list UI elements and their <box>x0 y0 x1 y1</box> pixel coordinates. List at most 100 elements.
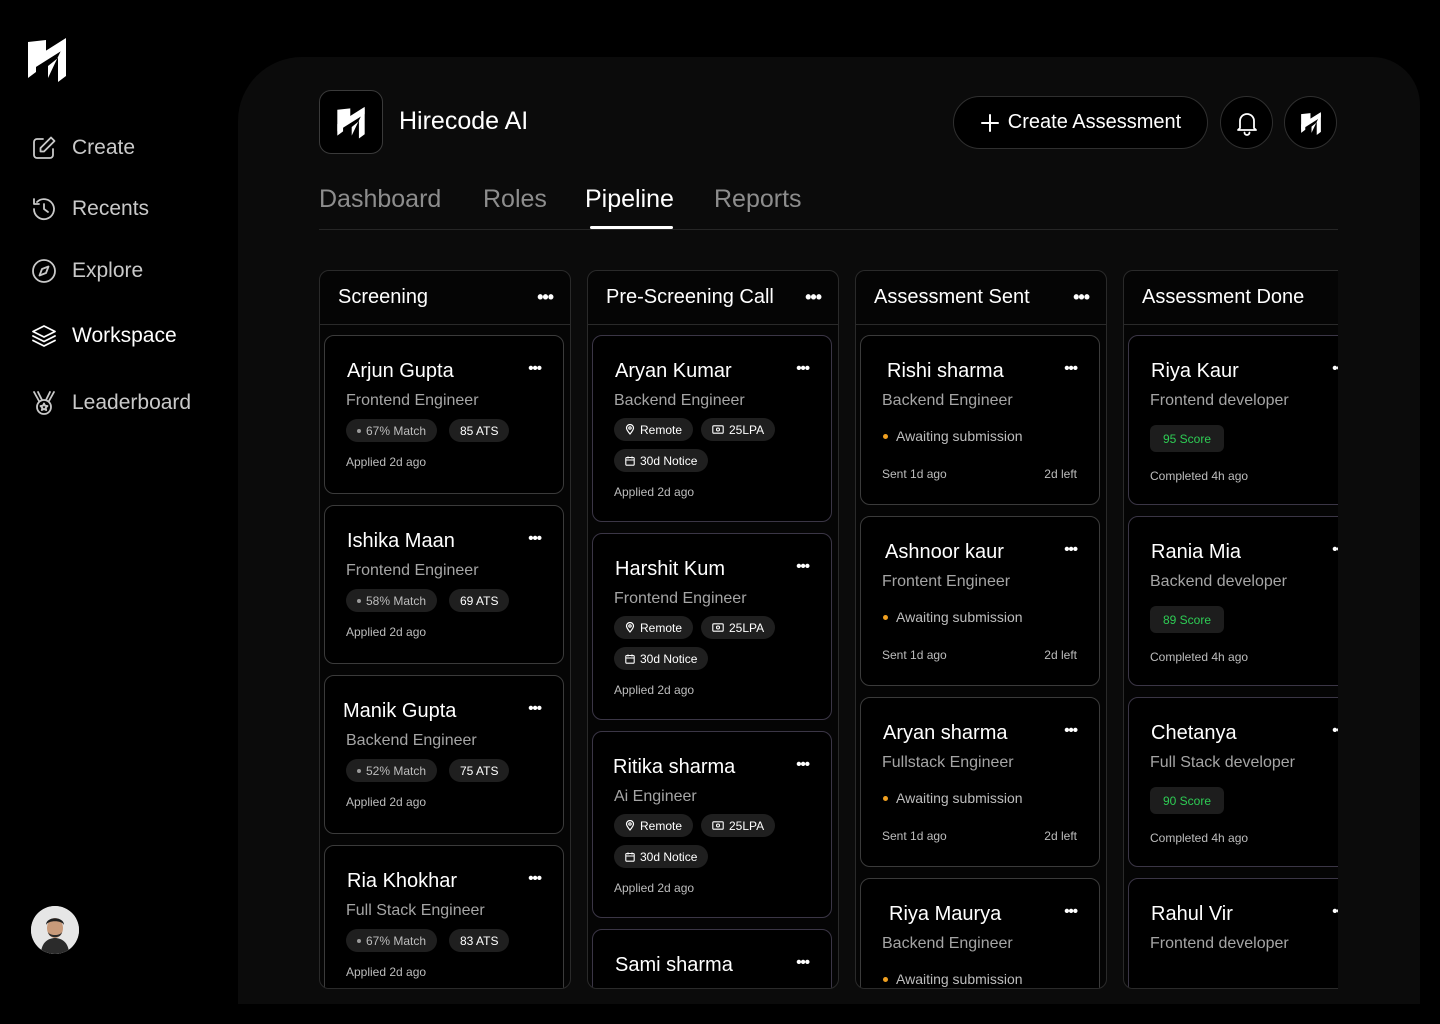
applied-time: Applied 2d ago <box>346 455 427 469</box>
candidate-card[interactable]: Rahul Vir Frontend developer ••• <box>1128 878 1338 988</box>
sidebar-item-recents[interactable]: Recents <box>30 195 149 223</box>
candidate-card[interactable]: Arjun Gupta Frontend Engineer ••• 67% Ma… <box>324 335 564 494</box>
completed-time: Completed 4h ago <box>1150 650 1249 664</box>
sidebar-item-label: Create <box>72 136 136 159</box>
sidebar-item-label: Workspace <box>72 324 177 347</box>
candidate-name: Rahul Vir <box>1151 903 1233 925</box>
candidate-role: Frontend developer <box>1150 935 1289 952</box>
candidate-card[interactable]: Riya Maurya Backend Engineer ••• Awaitin… <box>860 878 1100 988</box>
candidate-name: Aryan Kumar <box>615 360 732 382</box>
ats-badge: 75 ATS <box>449 759 510 782</box>
more-icon[interactable]: ••• <box>528 530 542 547</box>
bell-icon <box>1236 112 1257 136</box>
cash-icon <box>712 821 724 830</box>
location-badge: Remote <box>614 814 694 837</box>
notifications-button[interactable] <box>1220 96 1273 149</box>
more-icon[interactable]: ••• <box>796 360 810 377</box>
column-title: Assessment Sent <box>874 286 1030 308</box>
candidate-card[interactable]: Ria Khokhar Full Stack Engineer ••• 67% … <box>324 845 564 988</box>
candidate-role: Full Stack Engineer <box>346 902 485 919</box>
score-badge: 90 Score <box>1150 787 1225 814</box>
pin-icon <box>625 622 635 633</box>
applied-time: Applied 2d ago <box>346 795 427 809</box>
sidebar-item-create[interactable]: Create <box>30 134 135 162</box>
candidate-card[interactable]: Riya Kaur Frontend developer ••• 95 Scor… <box>1128 335 1338 505</box>
candidate-card[interactable]: Ishika Maan Frontend Engineer ••• 58% Ma… <box>324 505 564 664</box>
more-icon[interactable]: ••• <box>1064 722 1078 739</box>
candidate-role: Fullstack Engineer <box>882 754 1014 771</box>
more-icon[interactable]: ••• <box>1332 360 1338 377</box>
brand-name: Hirecode AI <box>399 107 529 135</box>
candidate-name: Arjun Gupta <box>347 360 454 382</box>
sidebar-item-leaderboard[interactable]: Leaderboard <box>30 389 191 417</box>
candidate-card[interactable]: Aryan Kumar Backend Engineer ••• Remote … <box>592 335 832 522</box>
create-assessment-button[interactable]: Create Assessment <box>953 96 1208 149</box>
candidate-card[interactable]: Ritika sharma Ai Engineer ••• Remote 25L… <box>592 731 832 918</box>
candidate-name: Sami sharma <box>615 954 733 976</box>
candidate-name: Riya Kaur <box>1151 360 1239 382</box>
applied-time: Applied 2d ago <box>614 485 695 499</box>
more-icon[interactable]: ••• <box>796 756 810 773</box>
hirecode-logo-icon[interactable] <box>26 34 68 84</box>
more-icon[interactable]: ••• <box>1332 541 1338 558</box>
candidate-role: Frontent Engineer <box>882 573 1011 590</box>
column-header: Screening ••• <box>320 271 570 325</box>
time-left: 2d left <box>1044 648 1077 662</box>
completed-time: Completed 4h ago <box>1150 469 1249 483</box>
more-icon[interactable]: ••• <box>1064 541 1078 558</box>
medal-icon <box>33 391 55 415</box>
candidate-card[interactable]: Rania Mia Backend developer ••• 89 Score… <box>1128 516 1338 686</box>
more-icon[interactable]: ••• <box>1073 287 1090 308</box>
status-badge: Awaiting submission <box>883 609 1023 625</box>
tab-reports[interactable]: Reports <box>714 185 802 214</box>
brand-logo[interactable] <box>319 90 383 154</box>
candidate-card[interactable]: Aryan sharma Fullstack Engineer ••• Awai… <box>860 697 1100 867</box>
candidate-name: Ishika Maan <box>347 530 455 552</box>
more-icon[interactable]: ••• <box>1064 903 1078 920</box>
match-badge: 67% Match <box>346 929 438 952</box>
more-icon[interactable]: ••• <box>537 287 554 308</box>
more-icon[interactable]: ••• <box>805 287 822 308</box>
ats-badge: 83 ATS <box>449 929 510 952</box>
more-icon[interactable]: ••• <box>1332 722 1338 739</box>
candidate-name: Rania Mia <box>1151 541 1242 563</box>
tab-dashboard[interactable]: Dashboard <box>319 185 441 214</box>
tab-roles[interactable]: Roles <box>483 185 547 214</box>
sidebar-item-label: Leaderboard <box>72 391 192 414</box>
more-icon[interactable]: ••• <box>528 870 542 887</box>
avatar[interactable] <box>31 906 79 954</box>
sidebar-item-workspace[interactable]: Workspace <box>30 322 177 350</box>
calendar-icon <box>625 654 635 664</box>
salary-badge: 25LPA <box>701 814 776 837</box>
more-icon[interactable]: ••• <box>528 360 542 377</box>
status-badge: Awaiting submission <box>883 790 1023 806</box>
more-icon[interactable]: ••• <box>796 954 810 971</box>
hirecode-logo-icon <box>1300 111 1321 135</box>
column-header: Pre-Screening Call ••• <box>588 271 838 325</box>
sidebar-item-label: Recents <box>72 197 150 220</box>
notice-badge: 30d Notice <box>614 449 709 472</box>
salary-badge: 25LPA <box>701 616 776 639</box>
tab-pipeline[interactable]: Pipeline <box>585 185 674 214</box>
history-icon <box>33 198 55 221</box>
more-icon[interactable]: ••• <box>796 558 810 575</box>
more-icon[interactable]: ••• <box>1064 360 1078 377</box>
status-badge: Awaiting submission <box>883 428 1023 444</box>
candidate-card[interactable]: Manik Gupta Backend Engineer ••• 52% Mat… <box>324 675 564 834</box>
match-badge: 58% Match <box>346 589 438 612</box>
candidate-card[interactable]: Chetanya Full Stack developer ••• 90 Sco… <box>1128 697 1338 867</box>
candidate-card[interactable]: Sami sharma ••• <box>592 929 832 988</box>
candidate-card[interactable]: Ashnoor kaur Frontent Engineer ••• Await… <box>860 516 1100 686</box>
more-icon[interactable]: ••• <box>1332 903 1338 920</box>
more-icon[interactable]: ••• <box>528 700 542 717</box>
profile-button[interactable] <box>1284 96 1337 149</box>
candidate-card[interactable]: Harshit Kum Frontend Engineer ••• Remote… <box>592 533 832 720</box>
column-screening: Screening ••• Arjun Gupta Frontend Engin… <box>319 270 571 989</box>
candidate-role: Frontend Engineer <box>614 590 747 607</box>
candidate-card[interactable]: Rishi sharma Backend Engineer ••• Awaiti… <box>860 335 1100 505</box>
sidebar-item-explore[interactable]: Explore <box>30 257 143 285</box>
candidate-name: Riya Maurya <box>889 903 1002 925</box>
ats-badge: 85 ATS <box>449 419 510 442</box>
candidate-name: Aryan sharma <box>883 722 1008 744</box>
column-assessment-sent: Assessment Sent ••• Rishi sharma Backend… <box>855 270 1107 989</box>
